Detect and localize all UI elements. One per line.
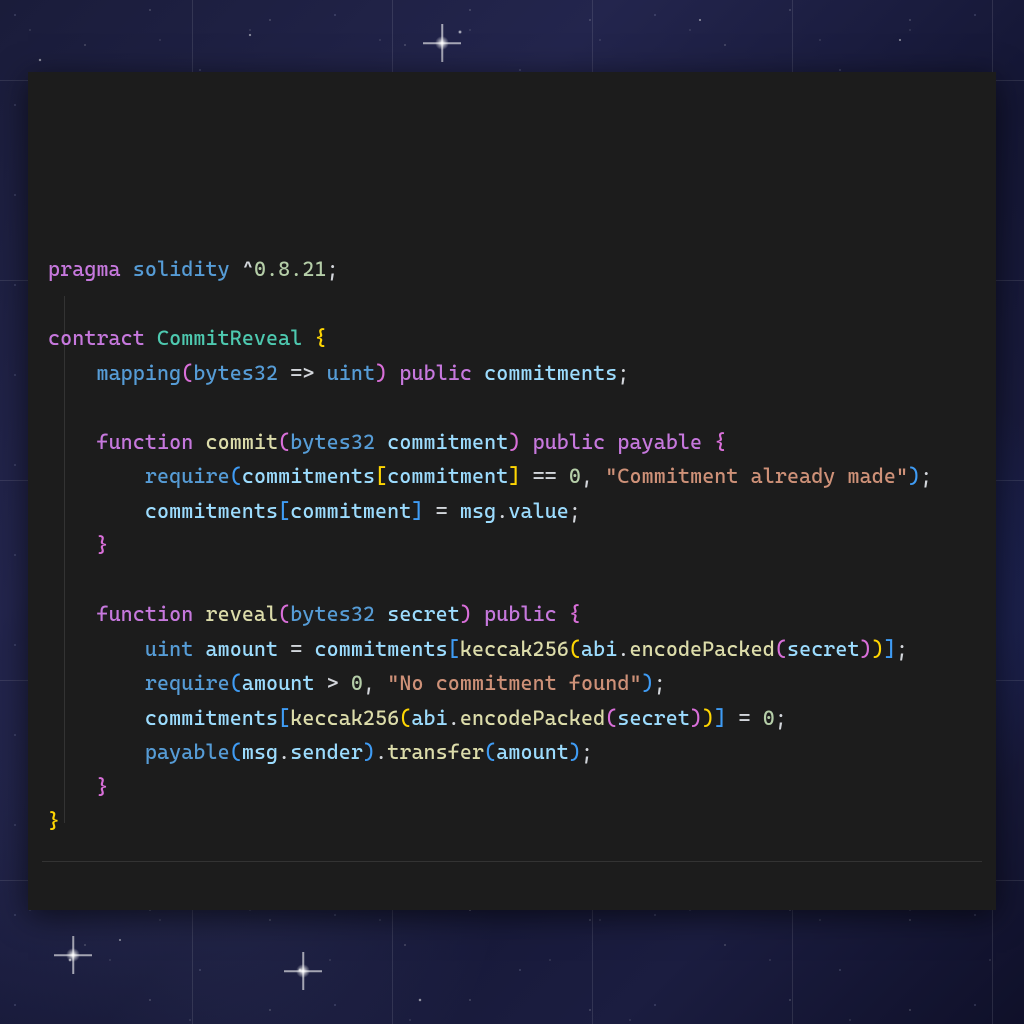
keyword-mapping: mapping xyxy=(96,361,181,385)
builtin-payable: payable xyxy=(145,740,230,764)
function-name-commit: commit xyxy=(205,430,278,454)
state-var: commitments xyxy=(484,361,617,385)
bright-star xyxy=(435,36,449,50)
string-literal: "No commitment found" xyxy=(387,671,641,695)
code-block[interactable]: pragma solidity ^0.8.21; contract Commit… xyxy=(48,252,980,839)
keyword-solidity: solidity xyxy=(133,257,230,281)
version-literal: 0.8.21 xyxy=(254,257,327,281)
editor-divider xyxy=(42,861,982,862)
keyword-function: function xyxy=(96,602,193,626)
keyword-function: function xyxy=(96,430,193,454)
string-literal: "Commitment already made" xyxy=(605,464,908,488)
builtin-require: require xyxy=(145,671,230,695)
keyword-contract: contract xyxy=(48,326,145,350)
bright-star xyxy=(66,948,80,962)
contract-name: CommitReveal xyxy=(157,326,302,350)
keyword-pragma: pragma xyxy=(48,257,121,281)
builtin-require: require xyxy=(145,464,230,488)
function-name-reveal: reveal xyxy=(205,602,278,626)
code-editor-panel[interactable]: pragma solidity ^0.8.21; contract Commit… xyxy=(28,72,996,910)
bright-star xyxy=(296,964,310,978)
